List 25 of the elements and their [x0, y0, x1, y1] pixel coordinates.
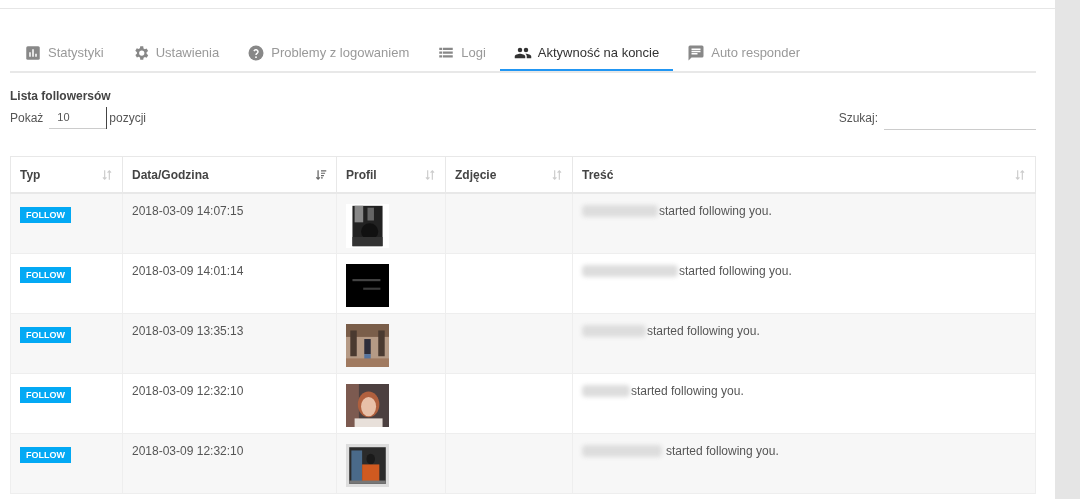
message-text: started following you.: [659, 204, 772, 218]
bar-chart-icon: [24, 43, 42, 62]
section-title: Lista followersów: [10, 89, 112, 103]
message-text: started following you.: [631, 383, 744, 398]
page-size-select[interactable]: 10: [49, 106, 108, 129]
message-text: started following you.: [679, 263, 792, 278]
type-badge: FOLLOW: [20, 207, 71, 223]
type-badge: FOLLOW: [20, 266, 71, 283]
type-badge: FOLLOW: [20, 446, 71, 463]
tab[interactable]: Aktywność na koncie: [499, 36, 674, 71]
type-badge: FOLLOW: [20, 386, 71, 403]
label: Pokaż: [10, 110, 44, 125]
label: pozycji: [109, 110, 147, 125]
caret-icon: [104, 106, 108, 129]
table-cell: 2018-03-09 12:32:10: [132, 443, 244, 458]
label: Szukaj:: [838, 110, 878, 125]
message-text: started following you.: [666, 443, 779, 458]
help-icon: [247, 43, 266, 62]
table-cell: 2018-03-09 14:07:15: [132, 204, 244, 218]
table-cell: 2018-03-09 13:35:13: [132, 323, 244, 338]
message-icon: [687, 43, 706, 62]
type-badge: FOLLOW: [20, 326, 71, 343]
message-text: started following you.: [647, 323, 760, 338]
table-cell: 2018-03-09 12:32:10: [132, 383, 244, 398]
table-cell: 2018-03-09 14:01:14: [132, 263, 244, 278]
